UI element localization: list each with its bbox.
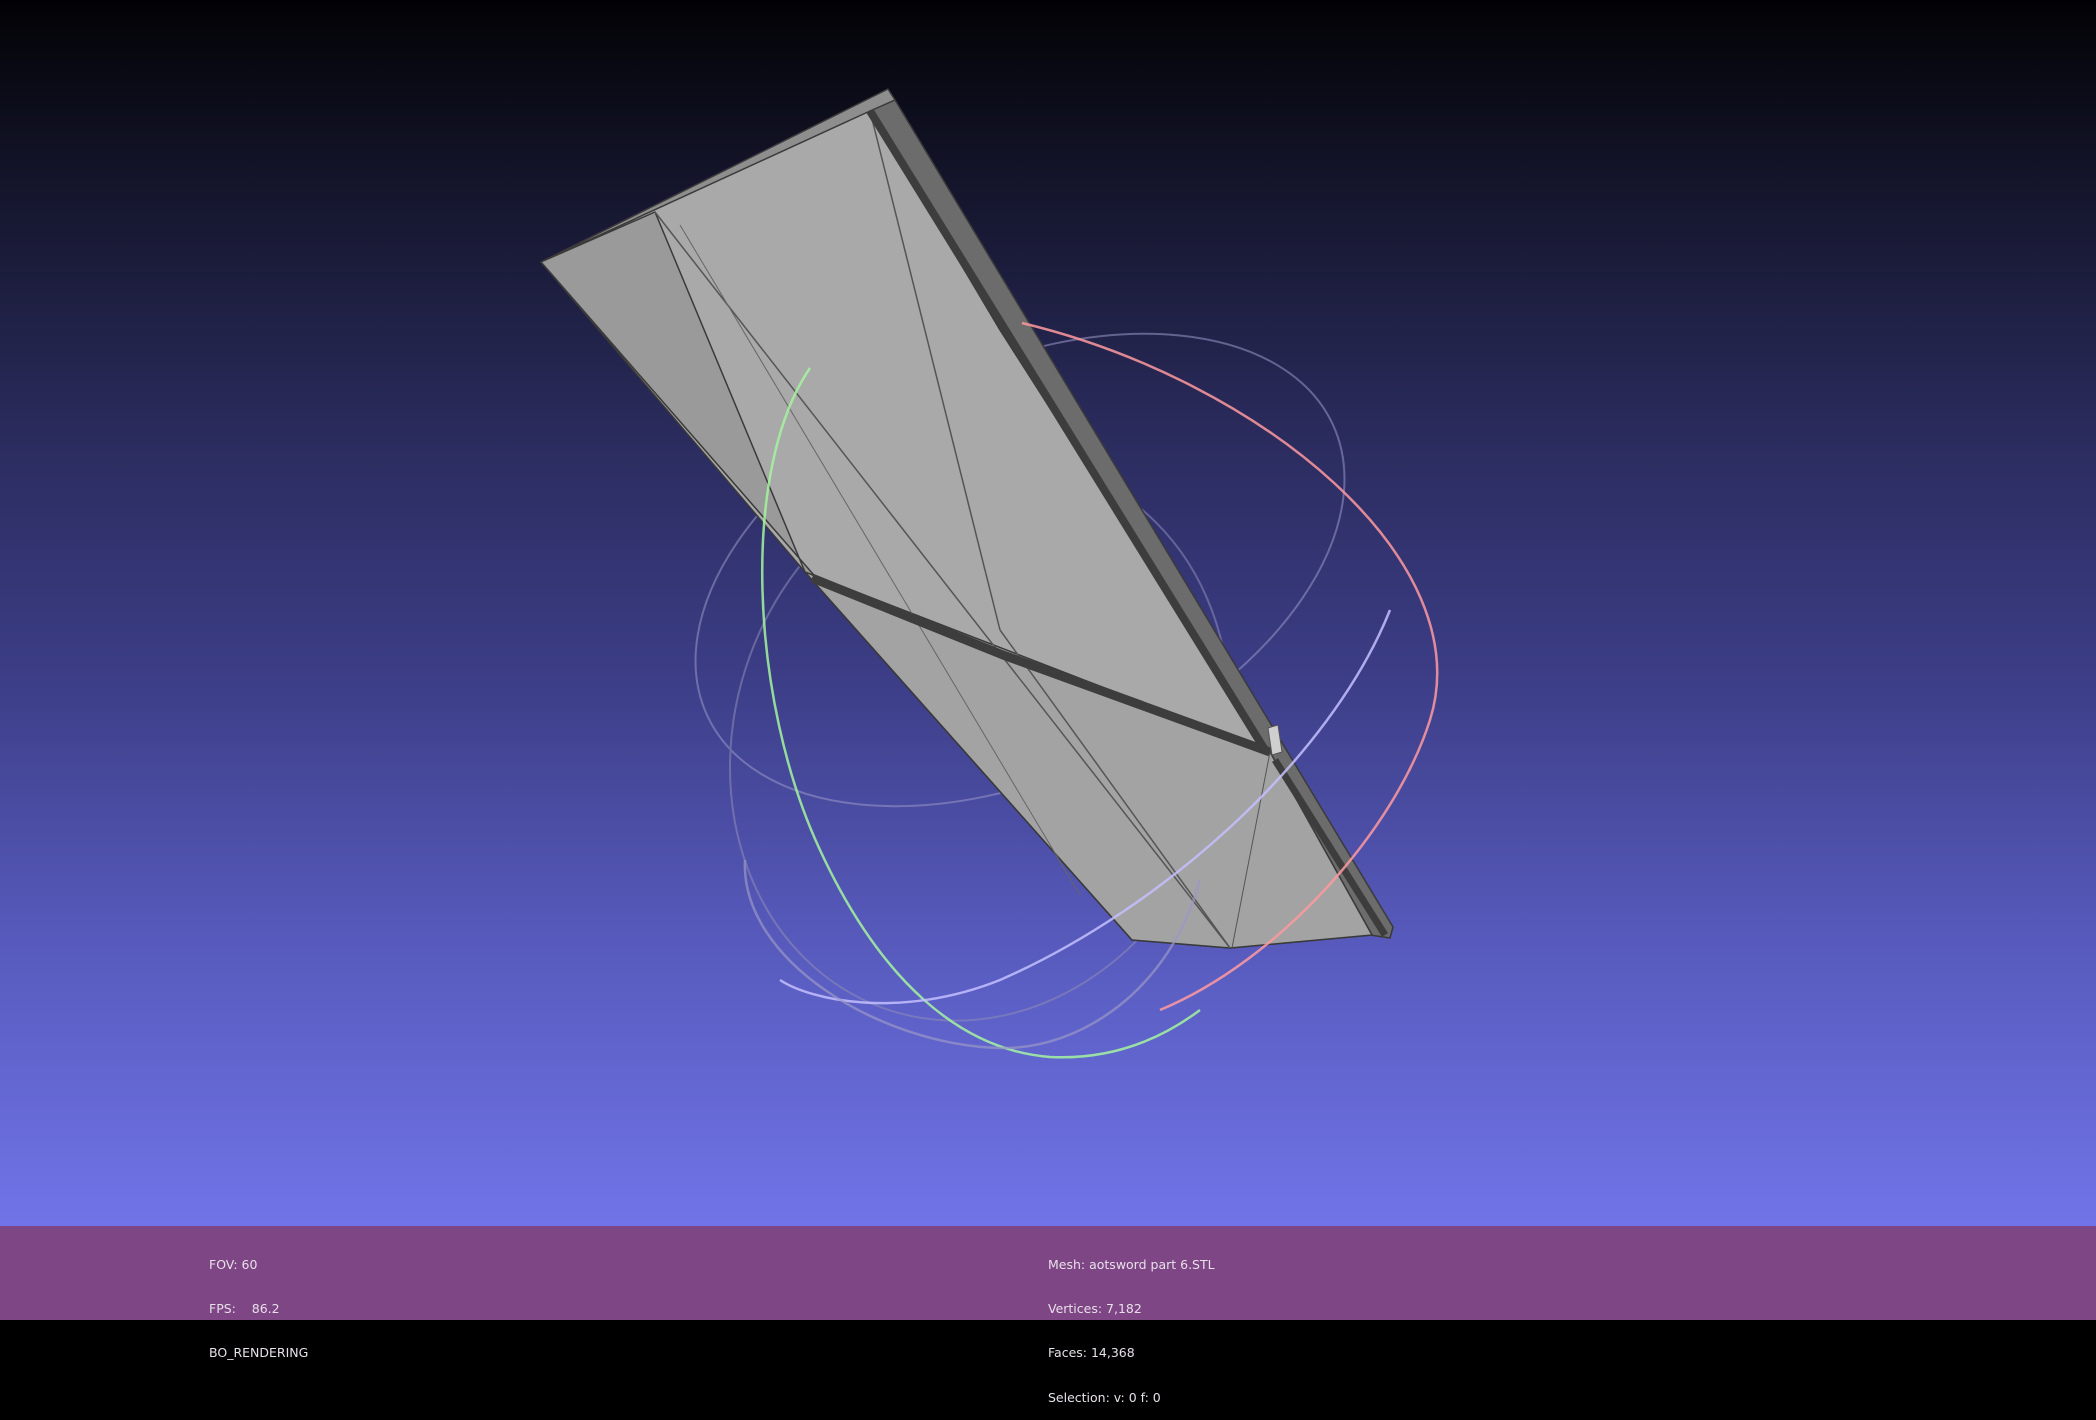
render-info-panel: FOV: 60 FPS: 86.2 BO_RENDERING <box>209 1228 308 1376</box>
3d-viewport[interactable] <box>0 0 2096 1226</box>
fov-label: FOV: 60 <box>209 1256 258 1272</box>
vertices-label: Vertices: 7,182 <box>1048 1300 1142 1316</box>
viewport-canvas[interactable] <box>0 0 2096 1226</box>
mesh-model[interactable] <box>540 88 1394 949</box>
fps-label: FPS: 86.2 <box>209 1300 280 1316</box>
mesh-info-panel: Mesh: aotsword part 6.STL Vertices: 7,18… <box>1048 1228 1215 1420</box>
mesh-name-label: Mesh: aotsword part 6.STL <box>1048 1256 1215 1272</box>
render-mode-label: BO_RENDERING <box>209 1345 309 1361</box>
faces-label: Faces: 14,368 <box>1048 1345 1135 1361</box>
selection-label: Selection: v: 0 f: 0 <box>1048 1389 1161 1405</box>
